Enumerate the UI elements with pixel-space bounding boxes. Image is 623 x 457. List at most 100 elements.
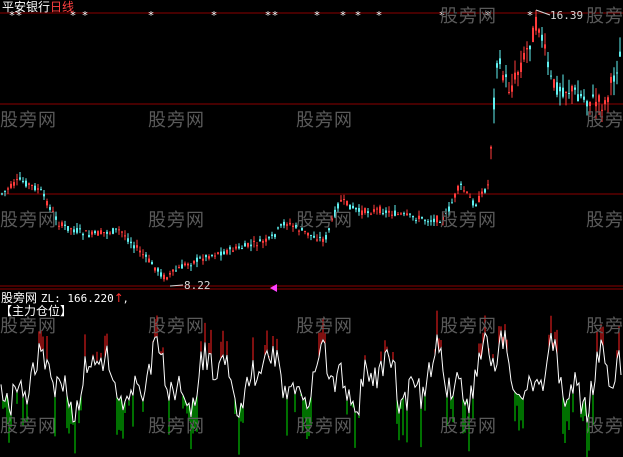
candle-body xyxy=(373,209,375,212)
candle-body xyxy=(28,183,30,185)
candle-body xyxy=(532,27,534,43)
candle-body xyxy=(130,241,132,244)
candle-body xyxy=(166,277,168,280)
candle-body xyxy=(91,231,93,235)
candle-body xyxy=(613,75,615,82)
signal-star-icon: * xyxy=(265,9,271,22)
watermark-text: 股旁网 xyxy=(0,110,57,131)
candle-body xyxy=(553,79,555,88)
signal-star-icon: * xyxy=(340,9,346,22)
candle-body xyxy=(343,198,345,200)
candle-body xyxy=(64,224,66,226)
candle-body xyxy=(169,273,171,275)
candle-body xyxy=(178,266,180,269)
candle-body xyxy=(127,238,129,242)
candle-body xyxy=(397,214,399,216)
candle-body xyxy=(67,226,69,231)
candle-body xyxy=(427,221,429,223)
candle-body xyxy=(310,234,312,236)
candle-body xyxy=(211,254,213,256)
candle-body xyxy=(145,254,147,257)
candle-body xyxy=(559,86,561,92)
candle-body xyxy=(250,244,252,247)
candle-body xyxy=(316,239,318,241)
candle-body xyxy=(4,190,6,192)
candle-body xyxy=(274,234,276,238)
candle-body xyxy=(76,228,78,233)
candle-body xyxy=(223,251,225,255)
candle-body xyxy=(196,257,198,262)
candle-body xyxy=(112,228,114,234)
candle-body xyxy=(124,235,126,237)
candle-body xyxy=(547,61,549,68)
candle-body xyxy=(340,199,342,202)
candle-body xyxy=(421,216,423,219)
candle-body xyxy=(583,96,585,100)
candle-body xyxy=(292,225,294,227)
candle-body xyxy=(457,185,459,191)
candle-body xyxy=(151,262,153,265)
watermark-text: 股旁网 xyxy=(440,316,497,337)
candle-body xyxy=(1,193,3,195)
candle-body xyxy=(484,189,486,193)
candle-body xyxy=(604,100,606,105)
candle-body xyxy=(436,215,438,223)
candle-body xyxy=(505,74,507,78)
candle-body xyxy=(580,94,582,97)
period-label[interactable]: 日线 xyxy=(50,0,74,14)
candle-body xyxy=(157,268,159,272)
candle-body xyxy=(568,92,570,94)
candle-body xyxy=(241,248,243,250)
candle-body xyxy=(277,227,279,229)
candle-body xyxy=(391,214,393,216)
watermark-text: 股旁网 xyxy=(148,210,205,231)
candle-body xyxy=(562,87,564,97)
candle-body xyxy=(280,224,282,226)
candle-body xyxy=(400,213,402,215)
candle-body xyxy=(367,211,369,214)
signal-star-icon: * xyxy=(82,9,88,22)
candle-body xyxy=(406,213,408,216)
candle-body xyxy=(382,213,384,215)
candle-body xyxy=(361,210,363,215)
candle-body xyxy=(535,16,537,31)
candle-body xyxy=(418,215,420,220)
watermark-text: 股旁网 xyxy=(148,110,205,131)
candle-body xyxy=(136,245,138,248)
candle-body xyxy=(268,236,270,239)
candle-body xyxy=(322,238,324,242)
candle-body xyxy=(556,82,558,95)
watermark-text: 股旁网 xyxy=(148,416,205,437)
watermark-text: 股旁网 xyxy=(586,210,623,231)
candle-body xyxy=(118,229,120,231)
candle-body xyxy=(232,250,234,252)
candle-body xyxy=(133,245,135,249)
candle-body xyxy=(577,94,579,102)
candle-body xyxy=(190,265,192,267)
indicator-trailing: , xyxy=(123,291,128,305)
candle-body xyxy=(412,215,414,218)
candle-body xyxy=(85,230,87,232)
candle-body xyxy=(541,34,543,41)
candle-body xyxy=(550,75,552,77)
candle-body xyxy=(619,51,621,57)
candle-body xyxy=(598,95,600,102)
candle-body xyxy=(289,222,291,225)
candle-body xyxy=(463,190,465,192)
stock-name[interactable]: 平安银行 xyxy=(2,0,50,14)
candle-body xyxy=(433,218,435,223)
candle-body xyxy=(460,183,462,186)
candle-body xyxy=(493,97,495,110)
candle-body xyxy=(379,206,381,214)
candle-body xyxy=(256,245,258,247)
candle-body xyxy=(538,29,540,33)
watermark-text: 股旁网 xyxy=(296,110,353,131)
candle-body xyxy=(517,71,519,76)
candle-body xyxy=(7,188,9,190)
candle-body xyxy=(265,238,267,242)
candle-body xyxy=(100,230,102,235)
signal-star-icon: * xyxy=(148,9,154,22)
candle-body xyxy=(496,63,498,68)
low-price-label: 8.22 xyxy=(184,279,211,292)
candle-body xyxy=(193,260,195,264)
